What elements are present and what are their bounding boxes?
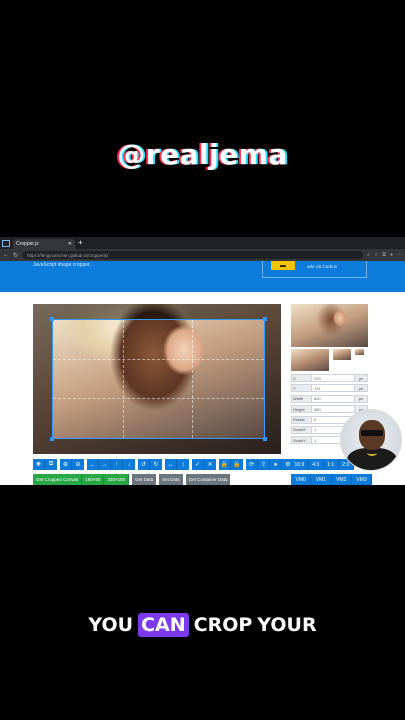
menu-icon[interactable]: ⋯ <box>397 252 402 258</box>
carbon-link[interactable]: ads via Carbon <box>307 264 337 269</box>
tab-actions-icon[interactable] <box>2 239 10 247</box>
guide-line <box>53 397 264 399</box>
unlock-icon[interactable]: 🔓 <box>231 459 243 470</box>
field-input[interactable]: 640 <box>312 396 354 402</box>
crop-handle[interactable] <box>263 317 267 321</box>
field-width: Width 640 px <box>291 394 368 403</box>
size-320-button[interactable]: 320×180 <box>104 474 130 485</box>
field-label: X <box>292 375 312 381</box>
field-input[interactable]: 131 <box>312 385 354 391</box>
carbon-ad[interactable]: ▬ ads via Carbon <box>262 261 367 278</box>
field-label: Rotate <box>292 416 312 423</box>
get-container-data-button[interactable]: Get Container Data <box>185 474 231 485</box>
address-bar: ← ↻ https://fengyuanchen.github.io/cropp… <box>0 249 405 261</box>
tab-title: Cropper.js <box>16 241 39 247</box>
ratio-4-3-button[interactable]: 4:3 <box>308 459 324 470</box>
guide-line <box>122 320 124 438</box>
field-y: Y 131 px <box>291 384 368 393</box>
tab-cropperjs[interactable]: Cropper.js ✕ <box>13 239 75 249</box>
field-label: Width <box>292 395 312 402</box>
tab-close-icon[interactable]: ✕ <box>68 241 72 247</box>
back-icon[interactable]: ← <box>3 252 9 258</box>
vm1-button[interactable]: VM1 <box>311 474 332 485</box>
sunglasses-icon <box>361 430 383 436</box>
vm3-button[interactable]: VM3 <box>351 474 373 485</box>
crop-handle[interactable] <box>50 317 54 321</box>
caption-word: YOU <box>88 614 134 636</box>
get-data-button[interactable]: Get Data <box>132 474 157 485</box>
crop-box[interactable] <box>52 319 265 439</box>
refresh-icon[interactable]: ⟳ <box>246 459 258 470</box>
field-input[interactable]: 233 <box>312 375 354 381</box>
get-cropped-canvas-button[interactable]: Get Cropped Canvas <box>33 474 83 485</box>
presenter-avatar <box>340 409 402 471</box>
rotate-left-icon[interactable]: ↺ <box>138 459 150 470</box>
crop-canvas[interactable] <box>33 304 281 454</box>
set-data-button[interactable]: Set Data <box>159 474 183 485</box>
vm2-button[interactable]: VM2 <box>331 474 352 485</box>
caption-word: YOUR <box>257 614 317 636</box>
check-icon[interactable]: ✓ <box>192 459 204 470</box>
aspect-ratio-group: 16:9 4:3 1:1 2:3 <box>291 459 354 470</box>
lock-icon[interactable]: 🔒 <box>219 459 231 470</box>
action-buttons: Get Cropped Canvas 160×90 320×180 Get Da… <box>33 474 231 485</box>
guide-line <box>192 320 194 438</box>
user-icon[interactable]: ● <box>270 459 282 470</box>
extensions-icon[interactable]: ⧉ <box>382 252 386 258</box>
favorite-icon[interactable]: ☆ <box>374 252 378 258</box>
flip-h-icon[interactable]: ↔ <box>165 459 177 470</box>
field-unit: px <box>354 375 367 381</box>
rotate-right-icon[interactable]: ↻ <box>150 459 162 470</box>
field-input[interactable]: 360 <box>312 406 354 412</box>
view-mode-group: VM0 VM1 VM2 VM3 <box>291 474 373 485</box>
preview-medium <box>291 349 329 371</box>
zoom-in-icon[interactable]: ⊕ <box>60 459 72 470</box>
vm0-button[interactable]: VM0 <box>291 474 312 485</box>
caption-word-highlight: CAN <box>138 613 189 637</box>
preview-small <box>333 349 351 360</box>
new-tab-icon[interactable]: + <box>78 239 83 247</box>
flip-v-icon[interactable]: ↕ <box>177 459 189 470</box>
arrow-up-icon[interactable]: ↑ <box>111 459 123 470</box>
chain-icon <box>367 450 377 456</box>
field-unit: px <box>354 385 367 392</box>
crop-handle[interactable] <box>263 437 267 441</box>
close-icon[interactable]: ✕ <box>204 459 216 470</box>
zoom-icon[interactable]: ⌕ <box>367 252 370 258</box>
field-label: Height <box>292 406 312 413</box>
ratio-1-1-button[interactable]: 1:1 <box>323 459 339 470</box>
field-unit: px <box>354 395 367 402</box>
profile-icon[interactable]: ● <box>390 252 393 258</box>
field-label: Y <box>292 385 312 392</box>
ad-image[interactable]: ▬ <box>271 261 295 270</box>
cropper-toolbar: ✥ ⧉ ⊕ ⊖ ← → ↑ ↓ ↺ ↻ ↔ ↕ ✓ ✕ 🔒 🔓 ⟳ ⇪ ● ⚙ <box>33 459 294 470</box>
caption-word: CROP <box>193 614 253 636</box>
crop-icon[interactable]: ⧉ <box>45 459 57 470</box>
tab-bar: Cropper.js ✕ + <box>0 237 405 249</box>
crop-handle[interactable] <box>50 437 54 441</box>
move-icon[interactable]: ✥ <box>33 459 45 470</box>
field-label: ScaleX <box>292 426 312 433</box>
guide-line <box>53 358 264 360</box>
zoom-out-icon[interactable]: ⊖ <box>72 459 84 470</box>
arrow-down-icon[interactable]: ↓ <box>123 459 135 470</box>
page-header: JavaScript image cropper. ▬ ads via Carb… <box>0 261 405 292</box>
preview-xsmall <box>355 349 364 355</box>
url-field[interactable]: https://fengyuanchen.github.io/cropperjs… <box>22 251 364 259</box>
size-160-button[interactable]: 160×90 <box>82 474 105 485</box>
caption: YOU CAN CROP YOUR <box>0 613 405 637</box>
field-label: ScaleY <box>292 437 312 444</box>
field-x: X 233 px <box>291 374 368 382</box>
ratio-16-9-button[interactable]: 16:9 <box>291 459 309 470</box>
creator-handle: @realjema <box>117 138 288 171</box>
arrow-right-icon[interactable]: → <box>99 459 111 470</box>
preview-large <box>291 304 368 347</box>
hero-subtitle: JavaScript image cropper. <box>33 262 91 268</box>
upload-icon[interactable]: ⇪ <box>258 459 270 470</box>
arrow-left-icon[interactable]: ← <box>87 459 99 470</box>
reload-icon[interactable]: ↻ <box>13 252 18 259</box>
